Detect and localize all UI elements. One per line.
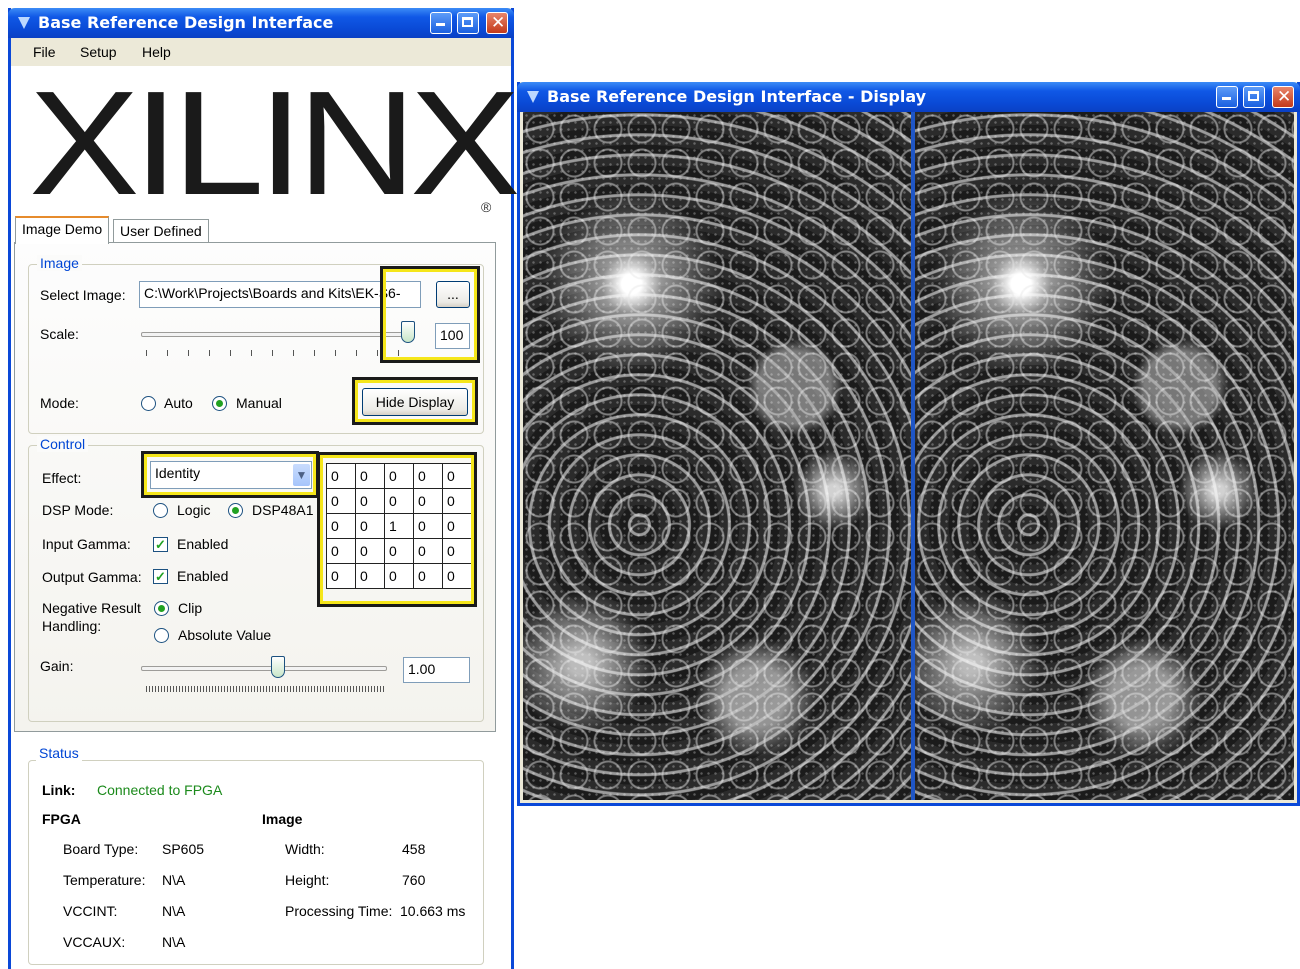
- close-button[interactable]: ✕: [486, 12, 508, 34]
- gain-slider-ticks: [146, 686, 384, 692]
- gain-slider-thumb[interactable]: [270, 656, 285, 678]
- xilinx-logo: XILINX: [29, 61, 521, 226]
- processing-time-value: 10.663 ms: [400, 903, 466, 919]
- display-minimize-button[interactable]: [1216, 86, 1238, 108]
- menu-help[interactable]: Help: [142, 44, 171, 60]
- height-label: Height:: [285, 872, 330, 888]
- negative-result-label: Negative Result: [42, 600, 141, 616]
- display-app-logo-icon: [527, 91, 539, 103]
- mode-manual-radio[interactable]: [212, 396, 227, 411]
- temperature-label: Temperature:: [63, 872, 146, 888]
- output-gamma-label: Output Gamma:: [42, 569, 142, 585]
- highlight-effect: [141, 451, 319, 498]
- main-window-title: Base Reference Design Interface: [38, 13, 334, 32]
- close-icon: ✕: [1277, 87, 1292, 107]
- processing-time-label: Processing Time:: [285, 903, 393, 919]
- dsp-logic-label: Logic: [177, 502, 211, 518]
- height-value: 760: [402, 872, 426, 888]
- select-image-label: Select Image:: [40, 287, 126, 303]
- minimize-icon: [436, 23, 445, 26]
- mode-label: Mode:: [40, 395, 79, 411]
- tab-user-defined-label: User Defined: [120, 223, 202, 239]
- neg-abs-radio[interactable]: [154, 628, 169, 643]
- neg-clip-radio[interactable]: [154, 601, 169, 616]
- width-label: Width:: [285, 841, 325, 857]
- display-maximize-button[interactable]: [1243, 86, 1265, 108]
- mode-manual-label: Manual: [236, 395, 282, 411]
- display-canvas: [523, 112, 1294, 800]
- source-image: [523, 112, 911, 800]
- dsp-logic-radio[interactable]: [153, 503, 168, 518]
- mode-auto-label: Auto: [164, 395, 193, 411]
- input-gamma-label: Input Gamma:: [42, 536, 131, 552]
- output-gamma-value: Enabled: [177, 568, 229, 584]
- maximize-button[interactable]: [457, 12, 479, 34]
- fpga-heading: FPGA: [42, 811, 81, 827]
- dsp-mode-label: DSP Mode:: [42, 502, 114, 518]
- board-type-value: SP605: [162, 841, 205, 857]
- display-titlebar[interactable]: Base Reference Design Interface - Displa…: [517, 82, 1300, 112]
- vccint-value: N\A: [162, 903, 186, 919]
- image-heading: Image: [262, 811, 303, 827]
- display-close-button[interactable]: ✕: [1272, 86, 1294, 108]
- gain-label: Gain:: [40, 658, 74, 674]
- tab-user-defined[interactable]: User Defined: [113, 219, 209, 243]
- highlight-hide-display: [352, 377, 478, 425]
- negative-handling-label: Handling:: [42, 618, 102, 634]
- link-label: Link:: [42, 782, 76, 798]
- input-gamma-value: Enabled: [177, 536, 229, 552]
- neg-clip-label: Clip: [178, 600, 203, 616]
- close-icon: ✕: [491, 13, 506, 33]
- highlight-kernel: [317, 452, 477, 607]
- vccaux-value: N\A: [162, 934, 186, 950]
- scale-slider-track[interactable]: [141, 332, 413, 337]
- image-group-label: Image: [37, 255, 82, 271]
- minimize-icon: [1222, 97, 1231, 100]
- control-group-label: Control: [37, 436, 89, 452]
- tab-image-demo-label: Image Demo: [22, 221, 103, 237]
- processed-image-dots: [915, 112, 1294, 800]
- vccaux-label: VCCAUX:: [63, 934, 126, 950]
- tab-image-demo[interactable]: Image Demo: [15, 216, 110, 244]
- gain-slider-track[interactable]: [141, 666, 387, 671]
- maximize-icon: [1248, 91, 1259, 101]
- output-gamma-checkbox[interactable]: ✓: [153, 569, 168, 584]
- vccint-label: VCCINT:: [63, 903, 118, 919]
- menu-setup[interactable]: Setup: [80, 44, 117, 60]
- mode-auto-radio[interactable]: [141, 396, 156, 411]
- dsp-48a1-label: DSP48A1: [252, 502, 314, 518]
- app-logo-icon: [18, 17, 30, 29]
- board-type-label: Board Type:: [63, 841, 139, 857]
- processed-image: [915, 112, 1294, 800]
- main-titlebar[interactable]: Base Reference Design Interface ✕: [8, 8, 514, 38]
- dsp-48a1-radio[interactable]: [228, 503, 243, 518]
- neg-abs-label: Absolute Value: [178, 627, 272, 643]
- input-gamma-checkbox[interactable]: ✓: [153, 537, 168, 552]
- link-status-value: Connected to FPGA: [97, 782, 223, 798]
- status-group-label: Status: [36, 745, 82, 761]
- effect-label: Effect:: [42, 470, 82, 486]
- image-path-field[interactable]: C:\Work\Projects\Boards and Kits\EK-S6-: [139, 281, 421, 308]
- display-window: Base Reference Design Interface - Displa…: [517, 82, 1300, 806]
- gain-value-field[interactable]: 1.00: [403, 657, 470, 683]
- minimize-button[interactable]: [430, 12, 452, 34]
- menu-file[interactable]: File: [33, 44, 56, 60]
- width-value: 458: [402, 841, 426, 857]
- scale-label: Scale:: [40, 326, 79, 342]
- temperature-value: N\A: [162, 872, 186, 888]
- maximize-icon: [462, 17, 473, 27]
- scale-slider-ticks: [146, 350, 408, 356]
- source-image-dots: [523, 112, 911, 800]
- highlight-scale-and-browse: [380, 266, 480, 363]
- display-window-title: Base Reference Design Interface - Displa…: [547, 87, 927, 106]
- registered-mark: ®: [481, 199, 492, 215]
